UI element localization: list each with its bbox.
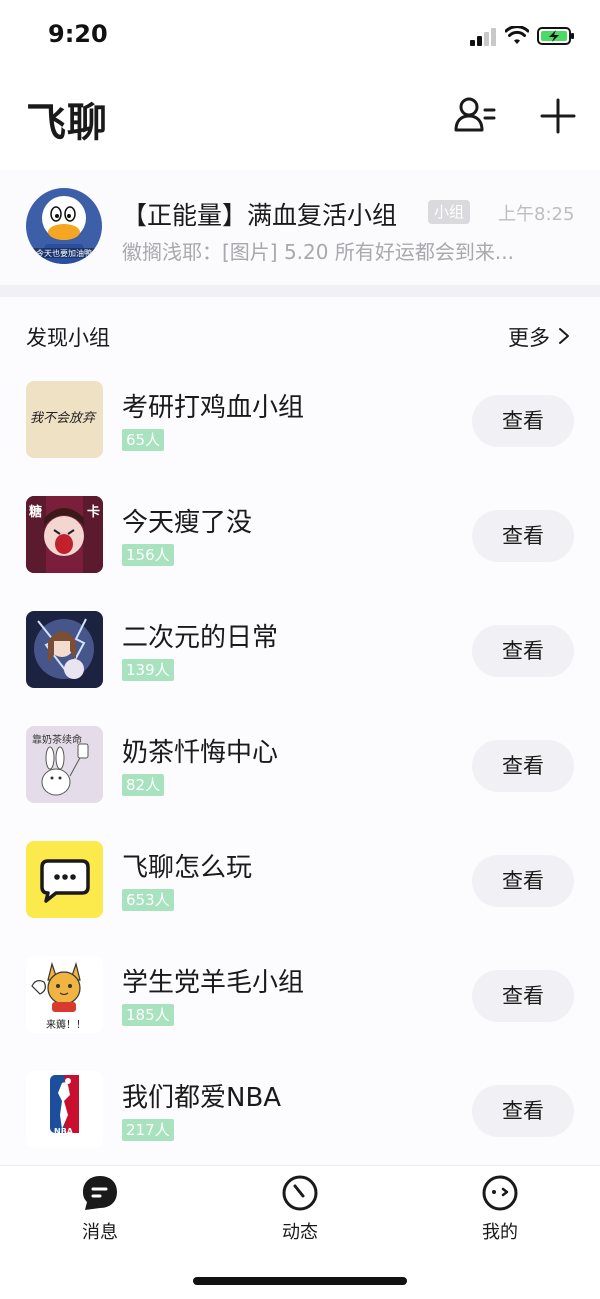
group-list-item[interactable]: 我不会放弃 考研打鸡血小组 65人 查看 xyxy=(0,369,600,484)
chat-preview: 徽搁浅耶：[图片] 5.20 所有好运都会到来... xyxy=(122,240,514,264)
group-avatar xyxy=(26,611,103,688)
member-count-badge: 185人 xyxy=(122,1004,174,1026)
member-count-badge: 217人 xyxy=(122,1119,174,1141)
tab-label: 动态 xyxy=(282,1222,318,1243)
group-avatar: 我不会放弃 xyxy=(26,381,103,458)
group-avatar xyxy=(26,841,103,918)
view-button[interactable]: 查看 xyxy=(472,855,574,907)
tab-profile[interactable]: 我的 xyxy=(440,1174,560,1254)
group-list-item[interactable]: 来薅！！ 学生党羊毛小组 185人 查看 xyxy=(0,944,600,1059)
view-button[interactable]: 查看 xyxy=(472,970,574,1022)
group-avatar: NBA xyxy=(26,1071,103,1148)
discover-groups-section: 发现小组 更多 我不会放弃 考研打鸡血小组 65人 查看 糖 卡 今天瘦了没 1… xyxy=(0,297,600,1165)
profile-face-icon xyxy=(482,1175,518,1211)
member-count-badge: 65人 xyxy=(122,429,165,451)
group-name: 学生党羊毛小组 xyxy=(122,968,305,998)
group-name: 我们都爱NBA xyxy=(122,1083,282,1113)
group-tag: 小组 xyxy=(428,200,471,224)
tab-label: 消息 xyxy=(82,1222,118,1243)
bottom-tab-bar: 消息 动态 我的 xyxy=(0,1165,600,1299)
section-header: 发现小组 更多 xyxy=(0,297,600,369)
more-link[interactable]: 更多 xyxy=(508,322,550,352)
group-name: 今天瘦了没 xyxy=(122,508,253,538)
clock-icon xyxy=(282,1175,318,1211)
member-count-badge: 139人 xyxy=(122,659,174,681)
group-list-item[interactable]: 二次元的日常 139人 查看 xyxy=(0,599,600,714)
status-bar: 9:20 xyxy=(0,0,600,70)
svg-text:卡: 卡 xyxy=(87,504,100,520)
chat-avatar: 今天也要加油鸭 xyxy=(26,188,102,264)
avatar-caption: 我不会放弃 xyxy=(30,411,96,426)
section-title: 发现小组 xyxy=(26,326,110,350)
view-button[interactable]: 查看 xyxy=(472,625,574,677)
group-name: 飞聊怎么玩 xyxy=(122,853,253,883)
member-count-badge: 82人 xyxy=(122,774,165,796)
status-time: 9:20 xyxy=(48,20,108,48)
app-header: 飞聊 xyxy=(0,70,600,165)
home-indicator[interactable] xyxy=(193,1277,407,1285)
group-avatar: 糖 卡 xyxy=(26,496,103,573)
tab-label: 我的 xyxy=(482,1222,518,1243)
view-button[interactable]: 查看 xyxy=(472,1085,574,1137)
battery-charging-icon xyxy=(537,27,574,45)
view-button[interactable]: 查看 xyxy=(472,740,574,792)
view-button[interactable]: 查看 xyxy=(472,395,574,447)
view-button[interactable]: 查看 xyxy=(472,510,574,562)
tab-moments[interactable]: 动态 xyxy=(240,1174,360,1254)
group-list-item[interactable]: 糖 卡 今天瘦了没 156人 查看 xyxy=(0,484,600,599)
wifi-icon xyxy=(505,26,529,44)
group-list-item[interactable]: 飞聊怎么玩 653人 查看 xyxy=(0,829,600,944)
tab-messages[interactable]: 消息 xyxy=(40,1174,160,1254)
message-bubble-icon xyxy=(83,1176,117,1210)
member-count-badge: 156人 xyxy=(122,544,174,566)
app-title: 飞聊 xyxy=(26,100,108,146)
pinned-chat-item[interactable]: 今天也要加油鸭 【正能量】满血复活小组 小组 上午8:25 徽搁浅耶：[图片] … xyxy=(0,170,600,285)
contacts-icon[interactable] xyxy=(454,96,498,134)
group-name: 二次元的日常 xyxy=(122,623,279,653)
chevron-right-icon[interactable] xyxy=(558,327,570,345)
group-list-item[interactable]: NBA 我们都爱NBA 217人 查看 xyxy=(0,1059,600,1174)
avatar-caption: 今天也要加油鸭 xyxy=(36,249,92,258)
avatar-caption: NBA xyxy=(54,1127,73,1136)
group-name: 考研打鸡血小组 xyxy=(122,393,305,423)
group-avatar: 靠奶茶续命 xyxy=(26,726,103,803)
chat-timestamp: 上午8:25 xyxy=(498,204,575,225)
signal-icon xyxy=(470,28,496,46)
group-list-item[interactable]: 靠奶茶续命 奶茶忏悔中心 82人 查看 xyxy=(0,714,600,829)
add-icon[interactable] xyxy=(538,96,578,136)
group-avatar: 来薅！！ xyxy=(26,956,103,1033)
nba-logo-icon xyxy=(50,1075,79,1133)
svg-text:糖: 糖 xyxy=(29,504,42,520)
avatar-caption: 来薅！！ xyxy=(46,1020,86,1031)
chat-bubble-icon xyxy=(40,859,90,903)
section-divider xyxy=(0,285,600,297)
member-count-badge: 653人 xyxy=(122,889,174,911)
chat-title: 【正能量】满血复活小组 xyxy=(122,201,398,230)
group-name: 奶茶忏悔中心 xyxy=(122,738,279,768)
